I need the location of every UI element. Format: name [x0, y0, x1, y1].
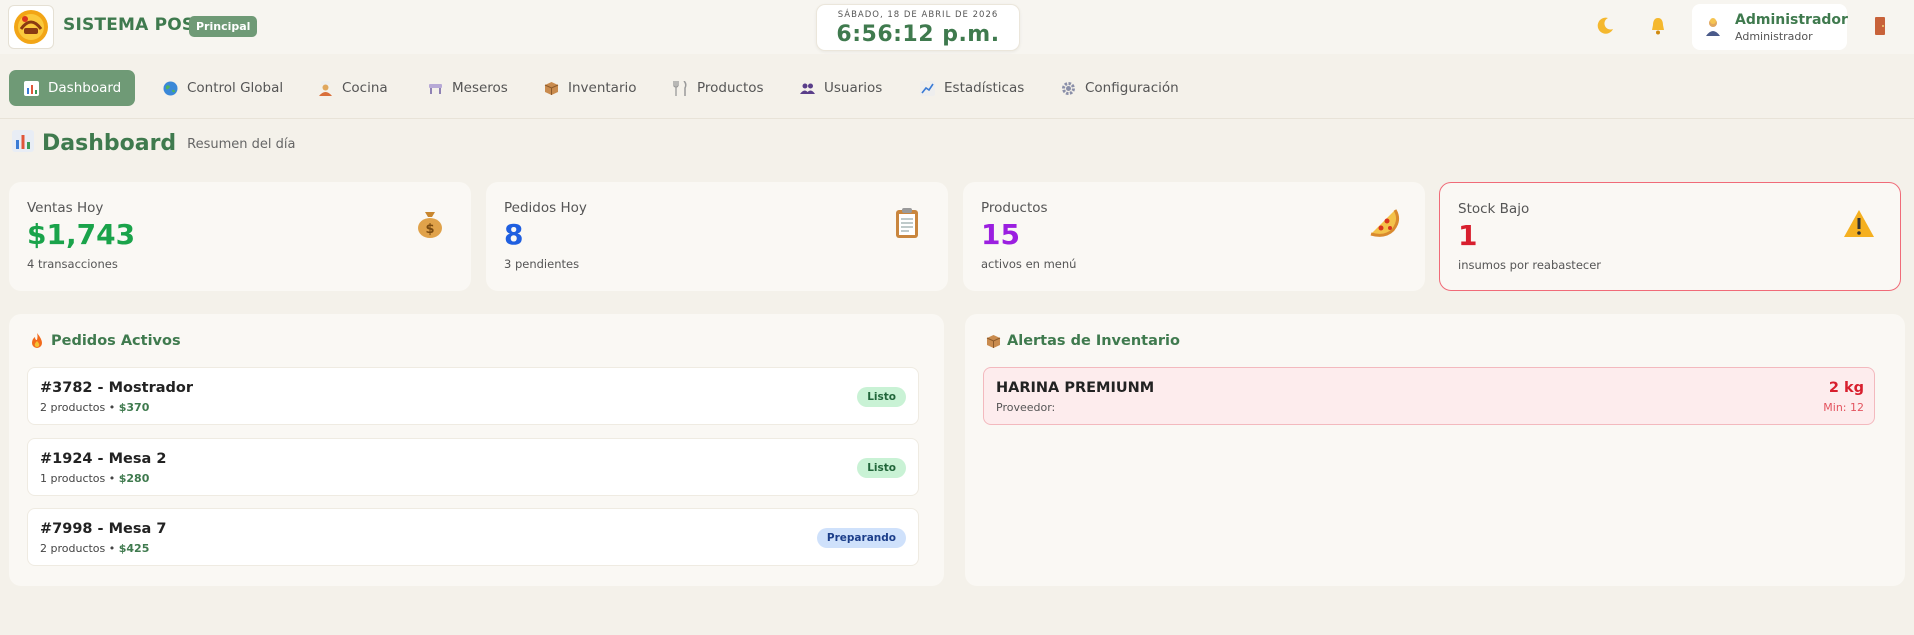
order-count: 1 productos •: [40, 472, 116, 485]
user-avatar-icon: [1704, 18, 1722, 36]
panel-title-label: Alertas de Inventario: [1007, 333, 1180, 349]
nav-label: Control Global: [187, 80, 284, 96]
order-row[interactable]: #7998 - Mesa 7 2 productos • $425 Prepar…: [27, 508, 919, 566]
box-icon: [543, 80, 559, 96]
order-meta: 2 productos • $425: [40, 542, 149, 555]
order-count: 2 productos •: [40, 401, 116, 414]
order-row[interactable]: #3782 - Mostrador 2 productos • $370 Lis…: [27, 367, 919, 425]
nav-label: Inventario: [568, 80, 637, 96]
clock-time: 6:56:12 p.m.: [836, 22, 1000, 47]
stat-value: 1: [1458, 219, 1478, 252]
user-role: Administrador: [1735, 30, 1813, 43]
cook-icon: [317, 80, 333, 96]
panel-title: Alertas de Inventario: [985, 333, 1180, 349]
warning-icon: [1842, 207, 1876, 241]
stat-foot: activos en menú: [981, 257, 1077, 271]
box-icon: [985, 333, 1001, 349]
page-title: Dashboard: [42, 130, 177, 156]
stat-label: Productos: [981, 200, 1048, 216]
inventory-alert-row[interactable]: HARINA PREMIUNM Proveedor: 2 kg Min: 12: [983, 367, 1875, 425]
nav-configuracion[interactable]: Configuración: [1046, 70, 1193, 106]
stat-value: 15: [981, 218, 1020, 251]
moon-icon[interactable]: [1594, 15, 1616, 37]
inventory-item-name: HARINA PREMIUNM: [996, 380, 1155, 396]
order-price: $370: [118, 401, 150, 414]
user-menu[interactable]: Administrador Administrador: [1692, 4, 1848, 50]
exit-door-icon[interactable]: [1869, 15, 1891, 37]
nav-estadisticas[interactable]: Estadísticas: [905, 70, 1038, 106]
gear-icon: [1060, 80, 1076, 96]
nav-label: Estadísticas: [944, 80, 1025, 96]
role-badge: Principal: [189, 16, 258, 37]
users-icon: [799, 80, 815, 96]
fire-icon: [29, 333, 45, 349]
utensils-icon: [672, 80, 688, 96]
inventory-item-qty: 2 kg: [1828, 380, 1864, 396]
order-price: $425: [118, 542, 150, 555]
page-subtitle: Resumen del día: [187, 137, 296, 152]
stat-foot: insumos por reabastecer: [1458, 258, 1602, 272]
nav-usuarios[interactable]: Usuarios: [785, 70, 896, 106]
nav-label: Dashboard: [48, 80, 122, 96]
stat-card-sales: Ventas Hoy $1,743 4 transacciones $: [9, 182, 471, 291]
page-heading: Dashboard Resumen del día: [12, 130, 296, 156]
chart-icon: [12, 130, 34, 156]
nav-dashboard[interactable]: Dashboard: [9, 70, 136, 106]
order-status-badge: Listo: [857, 387, 906, 407]
stat-label: Pedidos Hoy: [504, 200, 587, 216]
order-status-badge: Listo: [857, 458, 906, 478]
trend-icon: [919, 80, 935, 96]
nav-divider: [0, 118, 1914, 119]
globe-icon: [162, 80, 178, 96]
order-row[interactable]: #1924 - Mesa 2 1 productos • $280 Listo: [27, 438, 919, 496]
order-title: #3782 - Mostrador: [40, 380, 194, 396]
main-nav: Dashboard Control Global Cocina Meseros …: [0, 68, 1914, 108]
bell-icon[interactable]: [1647, 15, 1669, 37]
stat-foot: 3 pendientes: [504, 257, 580, 271]
nav-cocina[interactable]: Cocina: [303, 70, 402, 106]
nav-label: Productos: [697, 80, 764, 96]
stat-foot: 4 transacciones: [27, 257, 118, 271]
order-title: #7998 - Mesa 7: [40, 521, 167, 537]
pizza-icon: [1367, 206, 1401, 240]
nav-productos[interactable]: Productos: [658, 70, 778, 106]
order-count: 2 productos •: [40, 542, 116, 555]
stat-label: Stock Bajo: [1458, 201, 1530, 217]
table-icon: [427, 80, 443, 96]
stat-card-orders: Pedidos Hoy 8 3 pendientes: [486, 182, 948, 291]
nav-label: Meseros: [452, 80, 508, 96]
clock-widget: SÁBADO, 18 DE ABRIL DE 2026 6:56:12 p.m.: [816, 4, 1020, 51]
user-name: Administrador: [1735, 12, 1848, 28]
stat-card-low-stock: Stock Bajo 1 insumos por reabastecer: [1439, 182, 1901, 291]
nav-meseros[interactable]: Meseros: [413, 70, 522, 106]
inventory-alerts-panel: Alertas de Inventario HARINA PREMIUNM Pr…: [965, 314, 1905, 586]
panel-title-label: Pedidos Activos: [51, 333, 181, 349]
clipboard-icon: [890, 206, 924, 240]
clock-date: SÁBADO, 18 DE ABRIL DE 2026: [837, 10, 999, 20]
money-bag-icon: $: [413, 206, 447, 240]
nav-control-global[interactable]: Control Global: [148, 70, 297, 106]
stat-value: 8: [504, 218, 524, 251]
order-meta: 2 productos • $370: [40, 401, 149, 414]
nav-inventario[interactable]: Inventario: [529, 70, 651, 106]
chart-icon: [23, 80, 39, 96]
svg-text:$: $: [425, 222, 434, 237]
top-bar: SISTEMA POS Principal SÁBADO, 18 DE ABRI…: [0, 0, 1914, 54]
order-price: $280: [118, 472, 150, 485]
panel-title: Pedidos Activos: [29, 333, 181, 349]
nav-label: Cocina: [342, 80, 388, 96]
restaurant-logo[interactable]: [8, 5, 54, 49]
nav-label: Configuración: [1085, 80, 1179, 96]
stat-card-products: Productos 15 activos en menú: [963, 182, 1425, 291]
app-title: SISTEMA POS: [63, 15, 195, 35]
inventory-item-supplier: Proveedor:: [996, 401, 1056, 414]
order-status-badge: Preparando: [816, 528, 906, 548]
order-meta: 1 productos • $280: [40, 472, 149, 485]
active-orders-panel: Pedidos Activos #3782 - Mostrador 2 prod…: [9, 314, 944, 586]
inventory-item-min: Min: 12: [1823, 401, 1864, 414]
order-title: #1924 - Mesa 2: [40, 451, 167, 467]
stat-value: $1,743: [27, 218, 136, 251]
stat-label: Ventas Hoy: [27, 200, 104, 216]
nav-label: Usuarios: [824, 80, 883, 96]
